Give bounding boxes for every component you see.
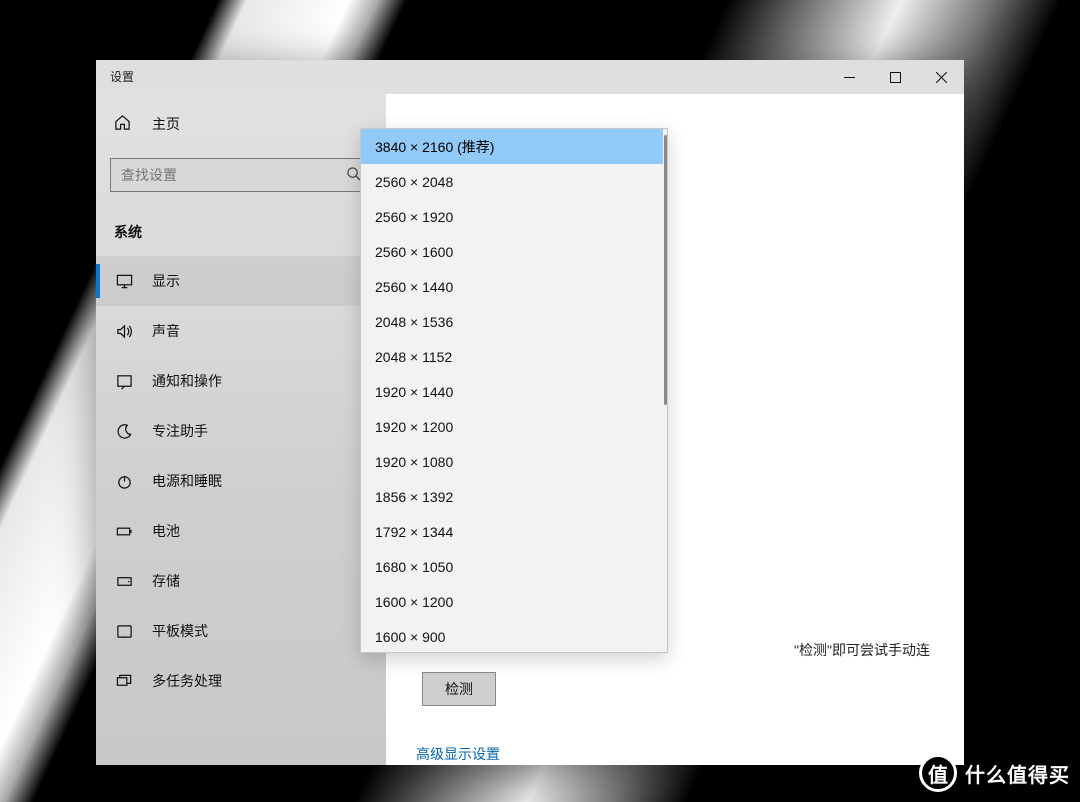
battery-icon [114,523,134,540]
detect-button[interactable]: 检测 [422,672,496,706]
power-icon [114,473,134,490]
nav-item-label: 显示 [152,271,180,291]
section-label: 系统 [96,192,386,256]
nav-item-label: 通知和操作 [152,371,222,391]
resolution-option[interactable]: 1600 × 1200 [361,584,663,619]
resolution-option[interactable]: 2560 × 1600 [361,234,663,269]
resolution-dropdown[interactable]: 3840 × 2160 (推荐)2560 × 20482560 × 192025… [360,128,668,653]
sidebar: 主页 系统 显示声音通知和操作专注助手电源和睡眠电池存储平板模式多任务处理 [96,94,386,765]
resolution-option[interactable]: 3840 × 2160 (推荐) [361,129,663,164]
advanced-display-link[interactable]: 高级显示设置 [416,744,500,764]
watermark-badge: 值 [919,754,957,792]
resolution-option[interactable]: 1792 × 1344 [361,514,663,549]
home-label: 主页 [152,114,180,134]
resolution-option[interactable]: 2048 × 1152 [361,339,663,374]
nav-item-label: 声音 [152,321,180,341]
resolution-option[interactable]: 1600 × 900 [361,619,663,652]
resolution-option[interactable]: 1920 × 1080 [361,444,663,479]
minimize-button[interactable] [826,60,872,94]
window-title: 设置 [96,60,148,94]
search-input[interactable] [121,167,346,183]
dropdown-items: 3840 × 2160 (推荐)2560 × 20482560 × 192025… [361,129,663,652]
nav-item-label: 存储 [152,571,180,591]
titlebar: 设置 [96,60,964,94]
moon-icon [114,423,134,440]
close-button[interactable] [918,60,964,94]
dropdown-scrollbar[interactable] [663,129,667,652]
resolution-option[interactable]: 1856 × 1392 [361,479,663,514]
nav-item-notification[interactable]: 通知和操作 [96,356,386,406]
sound-icon [114,323,134,340]
notification-icon [114,373,134,390]
nav-item-storage[interactable]: 存储 [96,556,386,606]
nav-item-moon[interactable]: 专注助手 [96,406,386,456]
watermark-text: 什么值得买 [965,759,1070,788]
nav-item-power[interactable]: 电源和睡眠 [96,456,386,506]
nav-item-battery[interactable]: 电池 [96,506,386,556]
nav-item-monitor[interactable]: 显示 [96,256,386,306]
desktop-background: 设置 主页 [0,0,1080,802]
nav-item-tablet[interactable]: 平板模式 [96,606,386,656]
resolution-option[interactable]: 1680 × 1050 [361,549,663,584]
nav-item-label: 专注助手 [152,421,208,441]
nav-list: 显示声音通知和操作专注助手电源和睡眠电池存储平板模式多任务处理 [96,256,386,706]
resolution-option[interactable]: 2560 × 1440 [361,269,663,304]
search-container [96,144,386,192]
nav-item-label: 电源和睡眠 [152,471,222,491]
resolution-option[interactable]: 1920 × 1440 [361,374,663,409]
search-box[interactable] [110,158,372,192]
resolution-option[interactable]: 1920 × 1200 [361,409,663,444]
watermark: 值 什么值得买 [919,754,1070,792]
nav-item-label: 多任务处理 [152,671,222,691]
home-button[interactable]: 主页 [96,104,386,144]
resolution-option[interactable]: 2048 × 1536 [361,304,663,339]
maximize-button[interactable] [872,60,918,94]
nav-item-sound[interactable]: 声音 [96,306,386,356]
tablet-icon [114,623,134,640]
resolution-option[interactable]: 2560 × 1920 [361,199,663,234]
multitask-icon [114,673,134,690]
nav-item-label: 平板模式 [152,621,208,641]
monitor-icon [114,273,134,290]
storage-icon [114,573,134,590]
search-icon [346,166,361,184]
resolution-option[interactable]: 2560 × 2048 [361,164,663,199]
nav-item-multitask[interactable]: 多任务处理 [96,656,386,706]
nav-item-label: 电池 [152,521,180,541]
home-icon [114,114,134,134]
